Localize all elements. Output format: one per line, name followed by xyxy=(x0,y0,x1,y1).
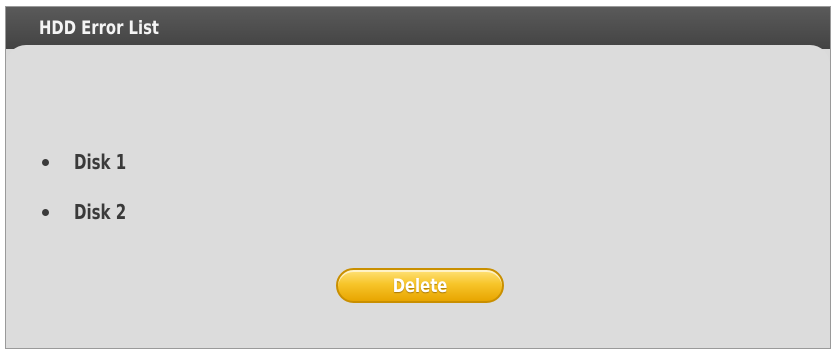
hdd-error-dialog: HDD Error List Disk 1 Disk 2 Delete xyxy=(5,6,831,349)
title-bar: HDD Error List xyxy=(6,7,830,49)
delete-button-label: Delete xyxy=(392,274,448,297)
disk-label: Disk 2 xyxy=(74,200,127,224)
bullet-icon xyxy=(42,209,49,216)
delete-button[interactable]: Delete xyxy=(336,268,504,303)
dialog-title: HDD Error List xyxy=(39,17,159,39)
dialog-content xyxy=(6,45,830,348)
disk-label: Disk 1 xyxy=(74,150,127,174)
bullet-icon xyxy=(42,159,49,166)
